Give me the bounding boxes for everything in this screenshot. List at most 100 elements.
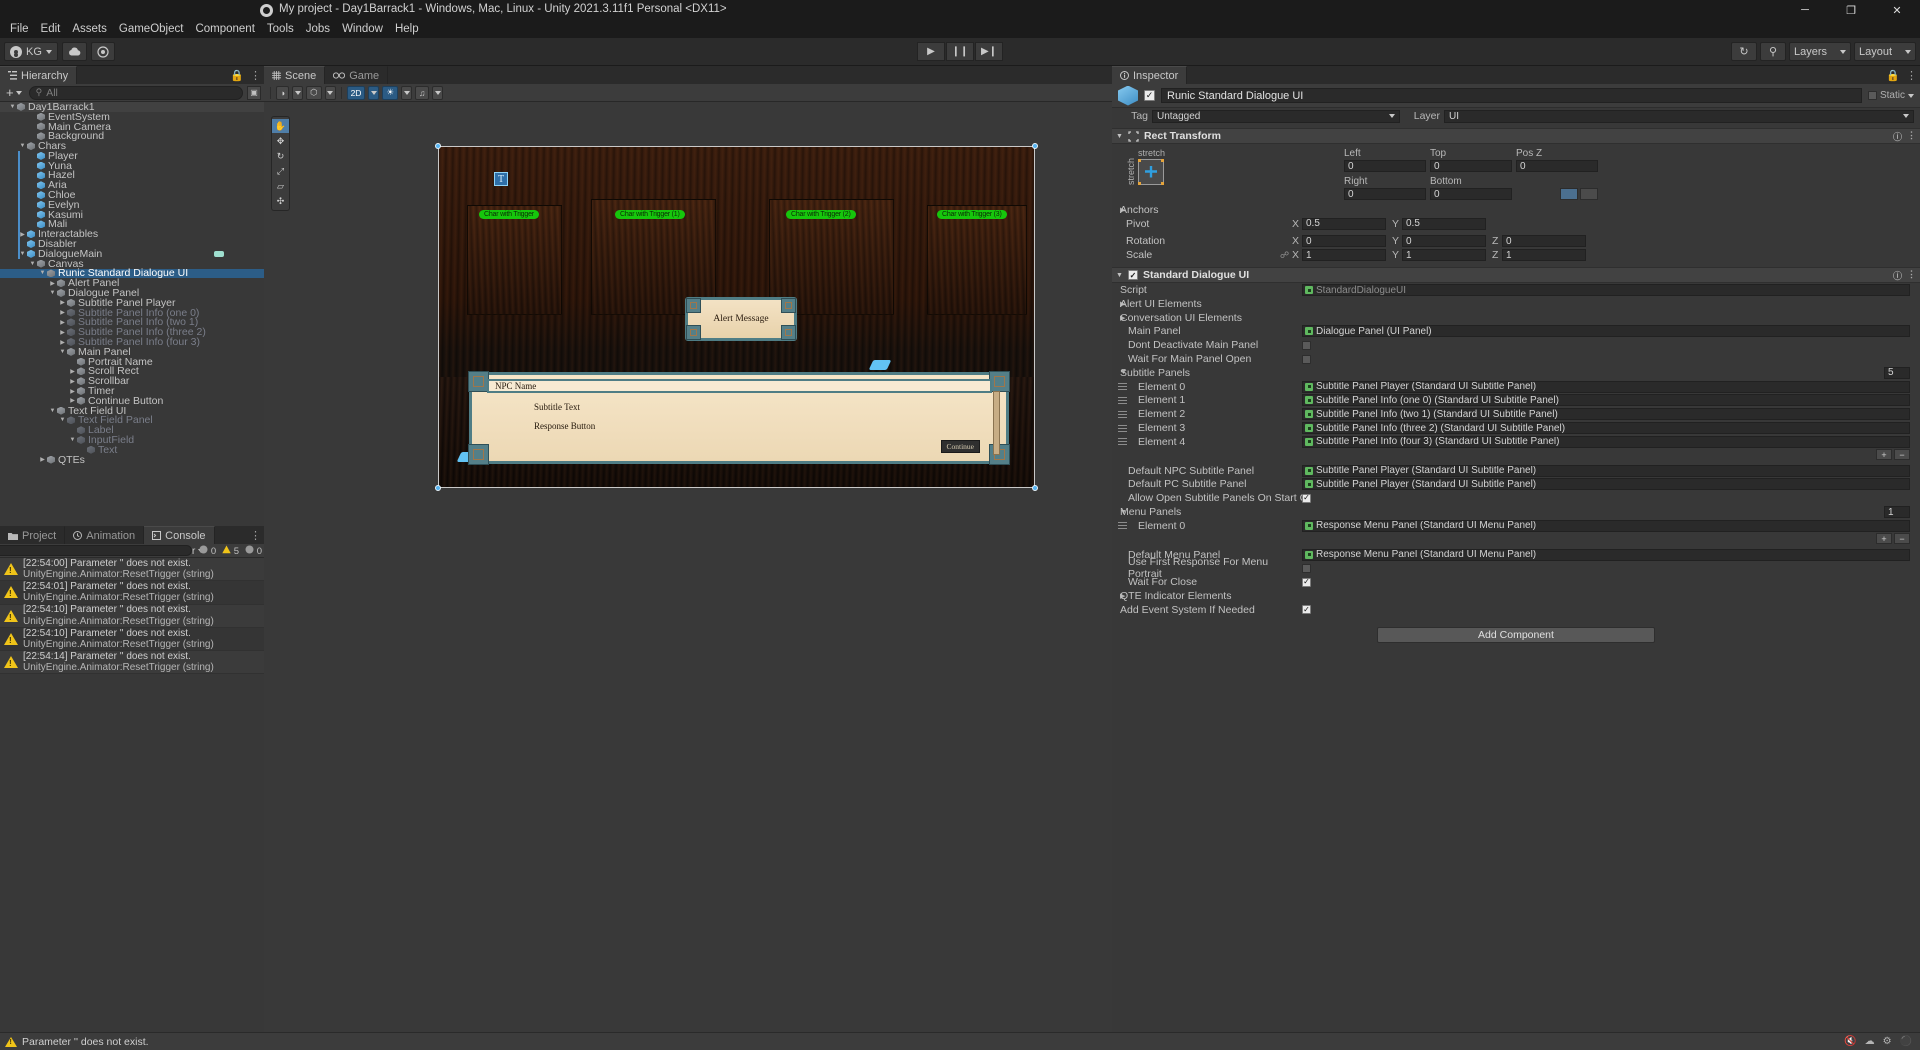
shading-mode-dropdown[interactable] bbox=[292, 85, 304, 100]
drag-handle[interactable] bbox=[1118, 396, 1127, 404]
hierarchy-item-scroll-rect[interactable]: ▶ Scroll Rect bbox=[0, 365, 264, 377]
main-panel-object-field[interactable]: Dialogue Panel (UI Panel) bbox=[1302, 325, 1910, 338]
2d-toggle-button[interactable]: 2D bbox=[346, 85, 366, 100]
panel-menu-icon[interactable]: ⋮ bbox=[250, 69, 261, 82]
progress-icon[interactable]: ⚫ bbox=[1900, 1036, 1912, 1047]
chevron-right-icon[interactable]: ▶ bbox=[68, 388, 77, 395]
alert-ui-elements-row[interactable]: ▶ Alert UI Elements bbox=[1112, 297, 1920, 311]
hierarchy-item-aria[interactable]: Aria bbox=[0, 179, 264, 191]
drag-handle[interactable] bbox=[1118, 410, 1127, 418]
anchor-preset-block[interactable]: stretch stretch bbox=[1112, 148, 1172, 200]
shading-mode-button[interactable]: ◑ bbox=[276, 85, 290, 100]
warning-count[interactable]: 5 bbox=[222, 545, 239, 557]
tab-hierarchy[interactable]: Hierarchy bbox=[0, 66, 78, 84]
drag-handle[interactable] bbox=[1118, 424, 1127, 432]
chevron-down-icon[interactable]: ▼ bbox=[8, 104, 17, 110]
layout-dropdown[interactable]: Layout bbox=[1854, 42, 1916, 61]
menu-panels-size-input[interactable]: 1 bbox=[1884, 506, 1910, 519]
scene-render-viewport[interactable]: Char with Trigger Char with Trigger (1) … bbox=[435, 143, 1038, 491]
rotation-z-input[interactable]: 0 bbox=[1502, 235, 1586, 248]
hierarchy-item-inputfield[interactable]: ▼ InputField bbox=[0, 434, 264, 446]
posz-input[interactable]: 0 bbox=[1516, 160, 1598, 172]
menu-item-gameobject[interactable]: GameObject bbox=[113, 22, 190, 36]
subtitle-panels-size-input[interactable]: 5 bbox=[1884, 366, 1910, 379]
console-entry[interactable]: [22:54:10] Parameter '' does not exist.U… bbox=[0, 628, 264, 652]
chevron-down-icon[interactable]: ▼ bbox=[1116, 133, 1123, 140]
chevron-right-icon[interactable]: ▶ bbox=[1112, 592, 1125, 600]
hierarchy-item-chars[interactable]: ▼ Chars bbox=[0, 140, 264, 152]
tab-animation[interactable]: Animation bbox=[65, 526, 145, 544]
drag-handle[interactable] bbox=[1118, 522, 1127, 530]
console-search-input[interactable]: ⚲ bbox=[0, 545, 192, 556]
subtitle-panel-element-object-field[interactable]: Subtitle Panel Info (four 3) (Standard U… bbox=[1302, 435, 1910, 448]
default-pc-object-field[interactable]: Subtitle Panel Player (Standard UI Subti… bbox=[1302, 478, 1910, 491]
hierarchy-tree[interactable]: ▼ Day1Barrack1 EventSystem Main Camera Backg… bbox=[0, 102, 264, 526]
menu-item-tools[interactable]: Tools bbox=[261, 22, 300, 36]
hierarchy-item-hazel[interactable]: Hazel bbox=[0, 169, 264, 181]
hierarchy-item-chloe[interactable]: Chloe bbox=[0, 189, 264, 201]
rect-handle-br[interactable] bbox=[1032, 485, 1038, 491]
bottom-input[interactable]: 0 bbox=[1430, 188, 1512, 200]
draw-mode-dropdown[interactable] bbox=[324, 85, 336, 100]
default-menu-object-field[interactable]: Response Menu Panel (Standard UI Menu Pa… bbox=[1302, 548, 1910, 561]
play-button[interactable]: ▶ bbox=[917, 42, 945, 61]
chevron-down-icon[interactable]: ▼ bbox=[28, 261, 37, 267]
hand-tool-button[interactable]: ✋ bbox=[272, 119, 289, 133]
gameobject-enabled-checkbox[interactable]: ✓ bbox=[1144, 90, 1155, 101]
chevron-down-icon[interactable]: ▼ bbox=[1116, 272, 1123, 279]
gameobject-name-input[interactable]: Runic Standard Dialogue UI bbox=[1161, 88, 1862, 103]
chevron-down-icon[interactable]: ▼ bbox=[48, 408, 57, 414]
pivot-y-input[interactable]: 0.5 bbox=[1402, 217, 1486, 230]
menu-item-component[interactable]: Component bbox=[189, 22, 260, 36]
minimize-button[interactable]: ─ bbox=[1782, 0, 1828, 20]
hierarchy-item-subtitle-panel-info-four-3[interactable]: ▶ Subtitle Panel Info (four 3) bbox=[0, 336, 264, 348]
transform-tool-button[interactable]: ✣ bbox=[272, 194, 289, 208]
layers-dropdown[interactable]: Layers bbox=[1789, 42, 1851, 61]
lock-icon[interactable]: 🔒 bbox=[230, 69, 244, 82]
subtitle-panels-row[interactable]: ▼ Subtitle Panels 5 bbox=[1112, 366, 1920, 380]
hierarchy-item-qtes[interactable]: ▶ QTEs bbox=[0, 454, 264, 466]
hierarchy-item-runic-standard-dialogue-ui[interactable]: ▼ Runic Standard Dialogue UI bbox=[0, 267, 264, 279]
wait-for-close-checkbox[interactable]: ✓ bbox=[1302, 577, 1311, 587]
component-enabled-checkbox[interactable]: ✓ bbox=[1127, 270, 1138, 281]
constrain-proportions-icon[interactable]: ☍ bbox=[1280, 250, 1292, 261]
help-icon[interactable]: ⓘ bbox=[1893, 130, 1902, 143]
maximize-button[interactable]: ❐ bbox=[1828, 0, 1874, 20]
chevron-right-icon[interactable]: ▶ bbox=[58, 329, 67, 336]
console-entry[interactable]: [22:54:00] Parameter '' does not exist.U… bbox=[0, 558, 264, 582]
hierarchy-search-input[interactable]: ⚲ All bbox=[28, 85, 243, 100]
right-input[interactable]: 0 bbox=[1344, 188, 1426, 200]
static-toggle[interactable]: Static bbox=[1867, 90, 1914, 101]
menu-panels-row[interactable]: ▼ Menu Panels 1 bbox=[1112, 505, 1920, 519]
chevron-right-icon[interactable]: ▶ bbox=[58, 299, 67, 306]
undo-history-icon[interactable]: ↻ bbox=[1731, 42, 1757, 61]
move-tool-button[interactable]: ✥ bbox=[272, 134, 289, 148]
lighting-toggle-button[interactable]: ☀ bbox=[382, 85, 399, 100]
static-checkbox[interactable] bbox=[1867, 91, 1877, 100]
audio-dropdown[interactable] bbox=[432, 85, 444, 100]
chevron-right-icon[interactable]: ▶ bbox=[58, 319, 67, 326]
pivot-x-input[interactable]: 0.5 bbox=[1302, 217, 1386, 230]
anchors-row[interactable]: ▶ Anchors bbox=[1112, 203, 1920, 217]
wait-main-panel-checkbox[interactable] bbox=[1302, 354, 1311, 364]
chevron-down-icon[interactable]: ▼ bbox=[48, 290, 57, 296]
console-entry[interactable]: [22:54:10] Parameter '' does not exist.U… bbox=[0, 604, 264, 628]
scale-y-input[interactable]: 1 bbox=[1402, 249, 1486, 262]
hierarchy-item-main-camera[interactable]: Main Camera bbox=[0, 121, 264, 133]
menu-item-file[interactable]: File bbox=[4, 22, 35, 36]
hierarchy-item-scrollbar[interactable]: ▶ Scrollbar bbox=[0, 375, 264, 387]
rect-handle-bl[interactable] bbox=[435, 485, 441, 491]
hierarchy-item-yuna[interactable]: Yuna bbox=[0, 160, 264, 172]
top-input[interactable]: 0 bbox=[1430, 160, 1512, 172]
subtitle-panel-element-object-field[interactable]: Subtitle Panel Info (one 0) (Standard UI… bbox=[1302, 394, 1910, 407]
audio-toggle-button[interactable]: ♫ bbox=[415, 85, 430, 100]
pause-button[interactable]: ❙❙ bbox=[946, 42, 974, 61]
add-gameobject-button[interactable]: + bbox=[3, 85, 25, 100]
dont-deactivate-checkbox[interactable] bbox=[1302, 340, 1311, 350]
account-button[interactable]: KG bbox=[4, 42, 58, 61]
scale-z-input[interactable]: 1 bbox=[1502, 249, 1586, 262]
close-button[interactable]: ✕ bbox=[1874, 0, 1920, 20]
conversation-ui-elements-row[interactable]: ▶ Conversation UI Elements bbox=[1112, 311, 1920, 325]
hierarchy-item-text-field-panel[interactable]: ▼ Text Field Panel bbox=[0, 414, 264, 426]
scale-x-input[interactable]: 1 bbox=[1302, 249, 1386, 262]
